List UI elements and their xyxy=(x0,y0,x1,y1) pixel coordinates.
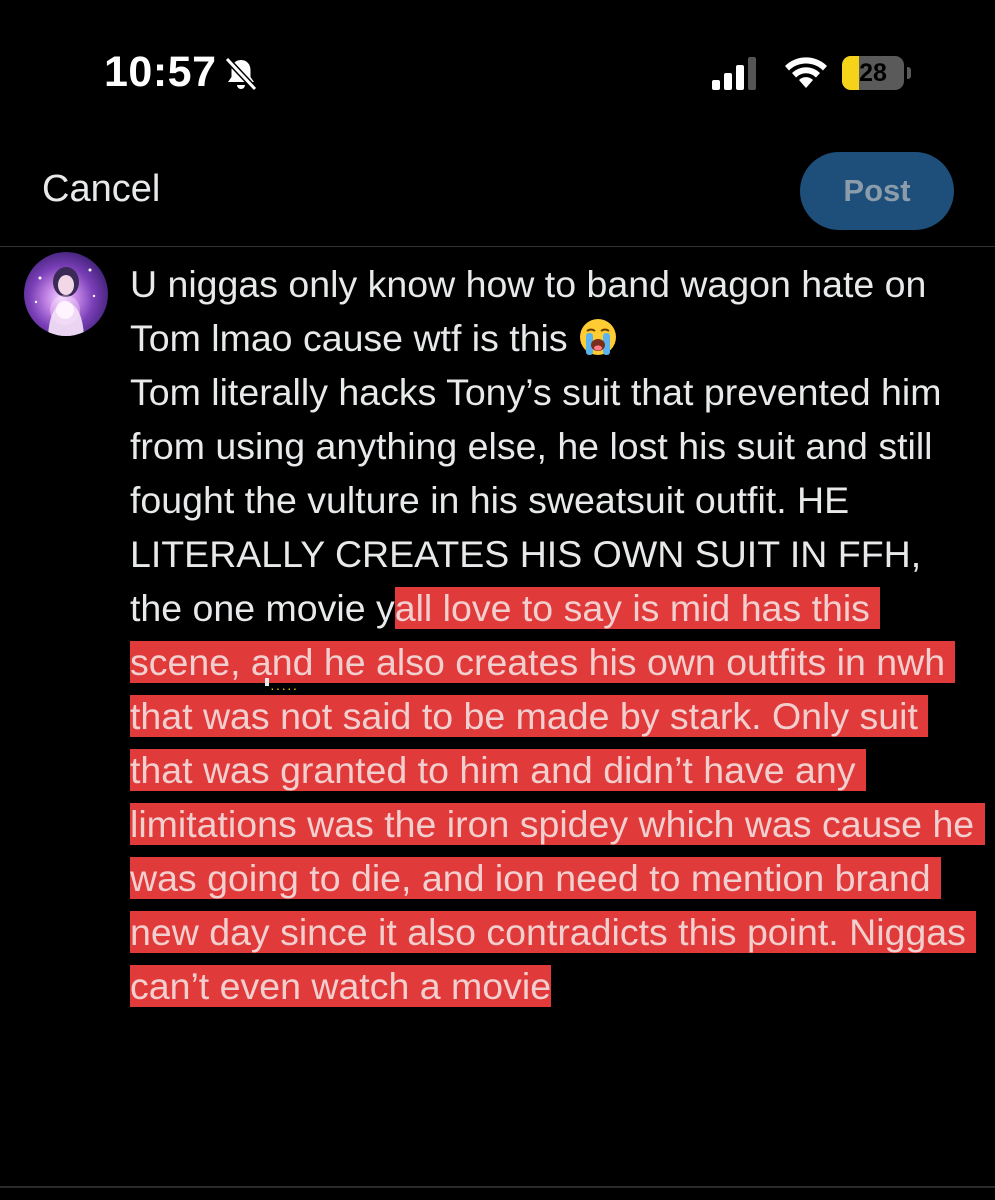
draft-text-part-1: U niggas only know how to band wagon hat… xyxy=(130,263,937,359)
post-button[interactable]: Post xyxy=(800,152,954,230)
text-cursor xyxy=(265,678,269,686)
battery-percent: 28 xyxy=(859,59,887,87)
signal-icon xyxy=(712,57,756,90)
spellcheck-underline: ····· xyxy=(270,680,299,696)
bottom-divider xyxy=(0,1186,995,1188)
header-divider xyxy=(0,246,995,247)
avatar-image xyxy=(34,267,96,336)
status-time: 10:57 xyxy=(104,48,217,96)
loudly-crying-face-icon xyxy=(580,319,617,355)
wifi-icon xyxy=(785,57,827,88)
draft-text-highlighted: all love to say is mid has this scene, a… xyxy=(130,587,985,1007)
compose-textarea[interactable]: U niggas only know how to band wagon hat… xyxy=(130,257,985,1013)
bell-off-icon xyxy=(224,56,258,92)
avatar[interactable] xyxy=(24,252,108,336)
status-bar: 10:57 28 xyxy=(0,0,995,150)
battery-icon: 28 xyxy=(842,56,911,92)
cancel-button[interactable]: Cancel xyxy=(42,168,160,211)
